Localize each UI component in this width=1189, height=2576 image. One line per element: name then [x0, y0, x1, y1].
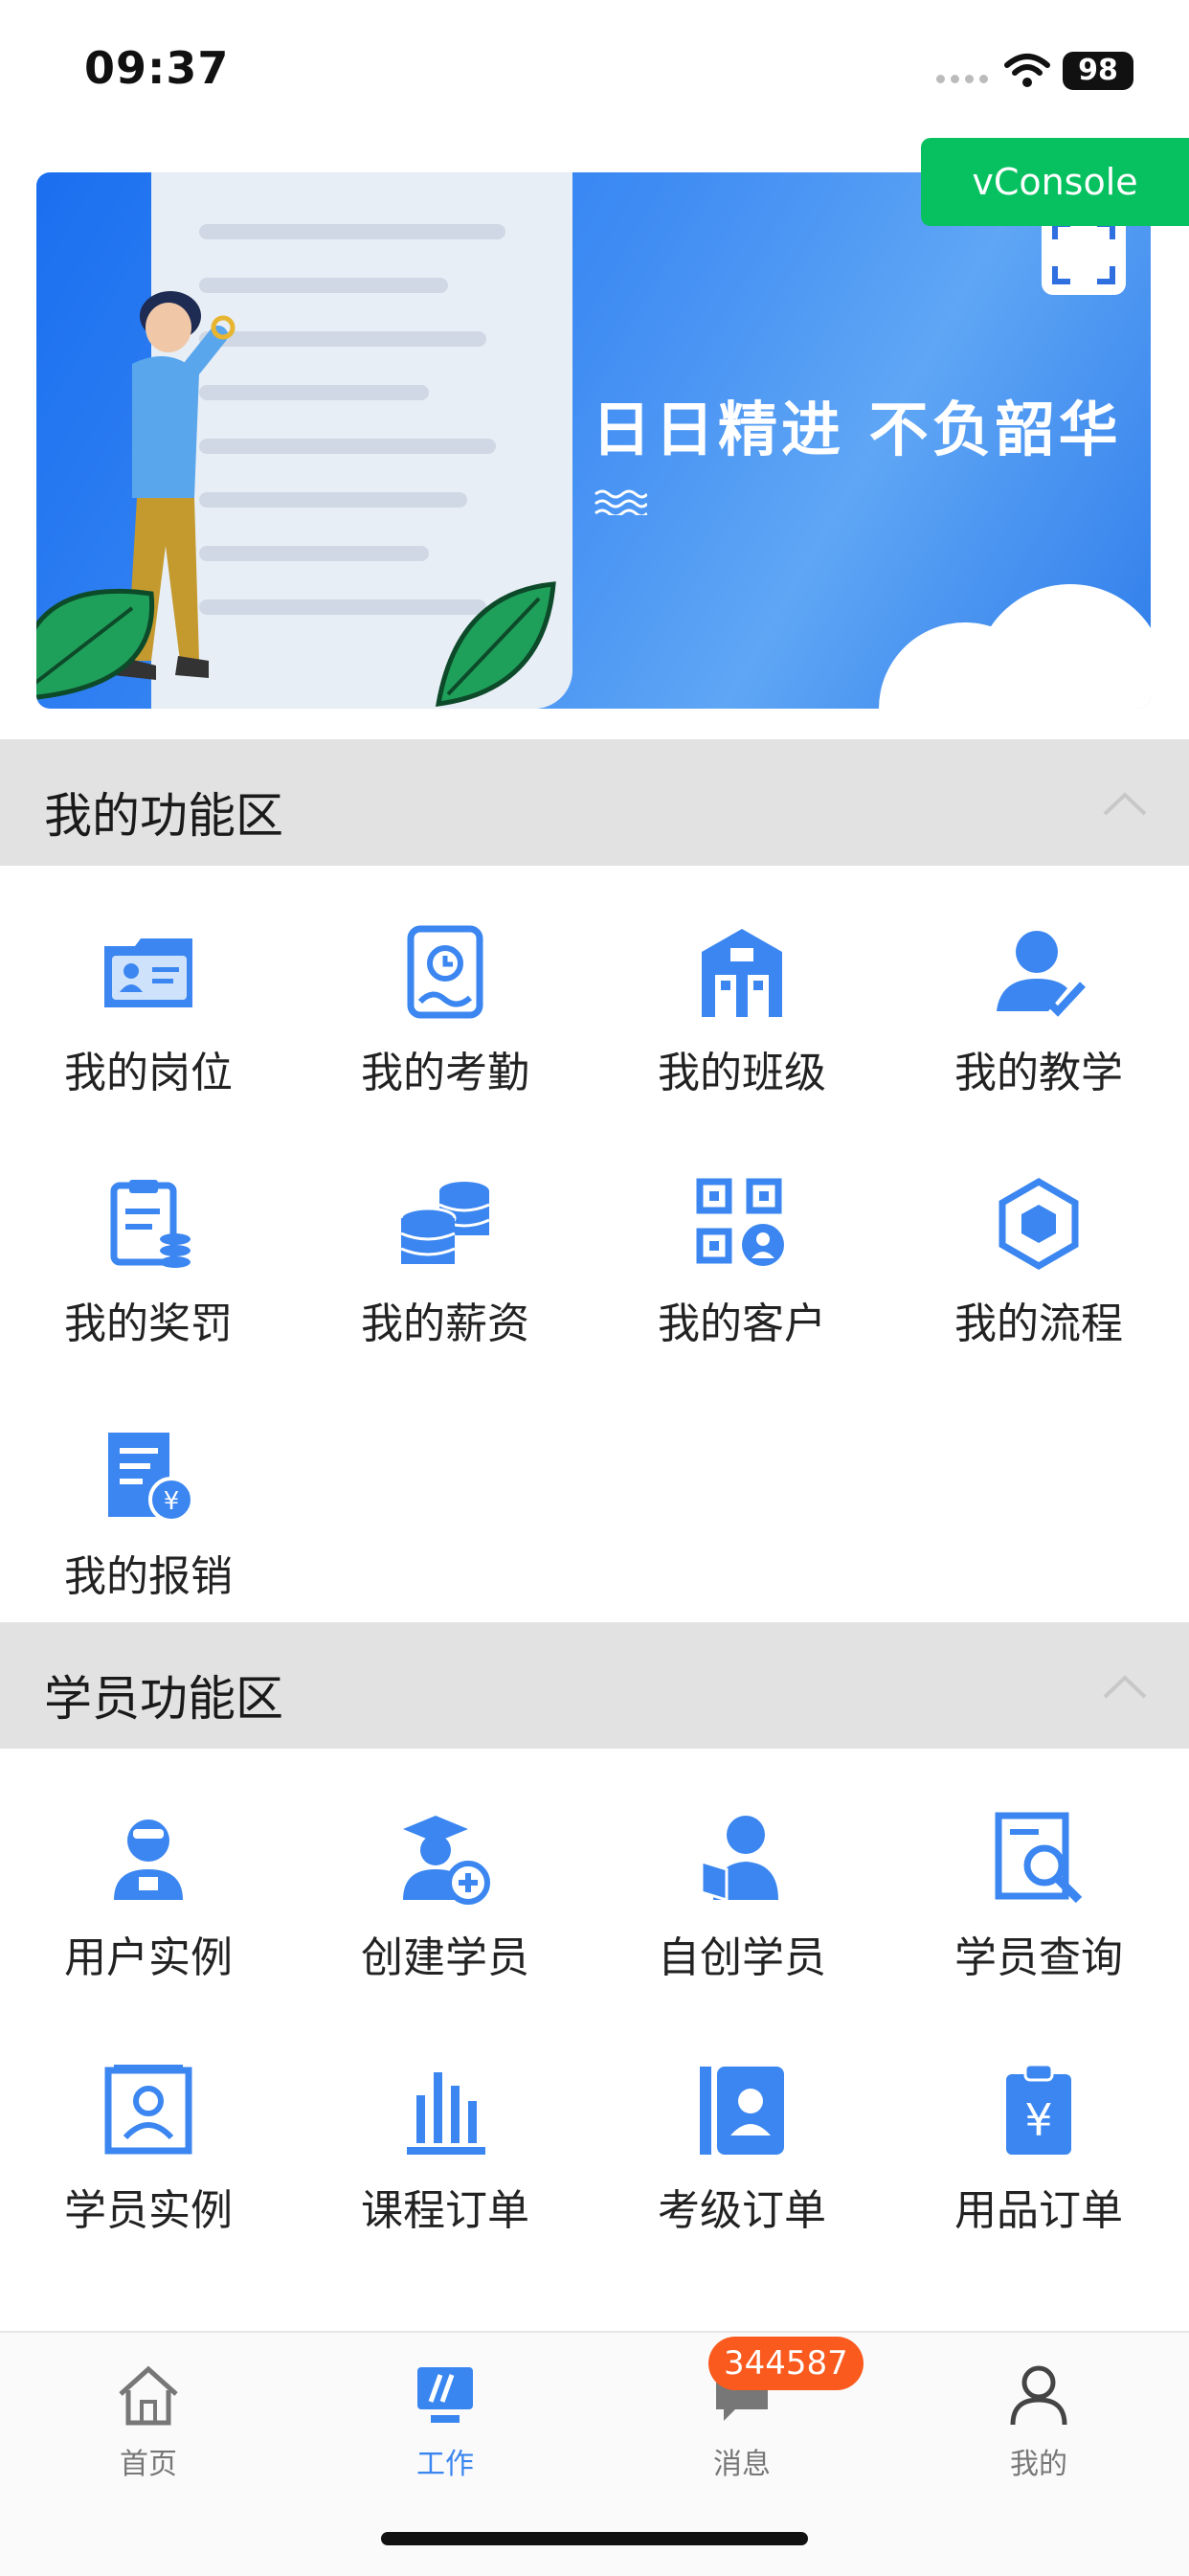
- chevron-up-icon[interactable]: [1101, 1672, 1149, 1701]
- grid-item-label: 我的考勤: [361, 1049, 529, 1097]
- signal-icon: [936, 75, 988, 83]
- grid-item-my-class[interactable]: 我的班级: [594, 925, 890, 1117]
- grid-item-label: 用户实例: [64, 1933, 233, 1982]
- profile-icon: [1010, 2365, 1067, 2426]
- section-title: 我的功能区: [44, 788, 283, 844]
- home-icon: [119, 2365, 178, 2426]
- status-bar: 09:37 98: [0, 0, 1189, 144]
- tab-home[interactable]: 首页: [0, 2352, 297, 2486]
- yuan-tag-icon: ¥: [1006, 2063, 1071, 2155]
- grid-item-my-post[interactable]: 我的岗位: [0, 925, 297, 1117]
- classroom-building-icon: [702, 929, 782, 1017]
- svg-text:¥: ¥: [1024, 2094, 1052, 2146]
- id-card-icon: [104, 938, 192, 1007]
- grid-item-my-rewards[interactable]: 我的奖罚: [0, 1176, 297, 1367]
- home-indicator[interactable]: [381, 2532, 808, 2545]
- grid-item-create-student[interactable]: 创建学员: [297, 1810, 594, 2001]
- tab-label: 工作: [416, 2448, 474, 2481]
- grid-item-my-process[interactable]: 我的流程: [890, 1176, 1187, 1367]
- graduate-add-icon: [403, 1816, 490, 1905]
- grid-item-label: 创建学员: [361, 1933, 529, 1982]
- grid-item-label: 我的奖罚: [64, 1299, 233, 1348]
- section-title: 学员功能区: [44, 1671, 283, 1727]
- grid-item-label: 我的流程: [954, 1299, 1123, 1348]
- wifi-icon: [1004, 54, 1050, 87]
- tab-work[interactable]: 工作: [297, 2352, 594, 2486]
- banner[interactable]: 日日精进 不负韶华: [36, 172, 1151, 709]
- message-count-badge: 344587: [708, 2337, 864, 2390]
- leaf-illustration: [36, 588, 155, 700]
- grid-item-supply-orders[interactable]: ¥ 用品订单: [890, 2063, 1187, 2254]
- grid-item-label: 用品订单: [954, 2186, 1123, 2235]
- grid-item-my-reimbursement[interactable]: ¥ 我的报销: [0, 1429, 297, 1620]
- work-icon: [417, 2367, 473, 2423]
- grid-item-my-attendance[interactable]: 我的考勤: [297, 925, 594, 1117]
- attendance-clock-icon: [407, 925, 483, 1019]
- reimburse-receipt-icon: ¥: [108, 1433, 194, 1523]
- bar-chart-icon: [407, 2072, 485, 2155]
- tab-label: 首页: [120, 2448, 177, 2481]
- grid-item-student-query[interactable]: 学员查询: [890, 1810, 1187, 2001]
- svg-text:¥: ¥: [164, 1487, 180, 1516]
- tab-profile[interactable]: 我的: [890, 2352, 1187, 2486]
- tab-label: 我的: [1010, 2448, 1067, 2481]
- grid-item-my-customers[interactable]: 我的客户: [594, 1176, 890, 1367]
- grid-item-label: 我的薪资: [361, 1299, 529, 1348]
- vconsole-button[interactable]: vConsole: [921, 138, 1189, 226]
- grid-item-grading-orders[interactable]: 考级订单: [594, 2063, 890, 2254]
- grid-item-course-orders[interactable]: 课程订单: [297, 2063, 594, 2254]
- grid-item-label: 我的岗位: [64, 1049, 233, 1097]
- teacher-check-icon: [997, 931, 1086, 1017]
- grid-item-label: 我的客户: [658, 1299, 826, 1348]
- flow-hexagon-icon: [998, 1177, 1079, 1271]
- grid-item-label: 自创学员: [658, 1933, 826, 1982]
- leaf-illustration: [435, 581, 556, 707]
- grid-item-label: 我的教学: [954, 1049, 1123, 1097]
- grid-item-label: 课程订单: [361, 2186, 529, 2235]
- section-header-student-functions[interactable]: 学员功能区: [0, 1622, 1189, 1749]
- grid-item-my-teaching[interactable]: 我的教学: [890, 925, 1187, 1117]
- student-book-icon: [700, 1816, 778, 1903]
- grid-item-user-instance[interactable]: 用户实例: [0, 1810, 297, 2001]
- chevron-up-icon[interactable]: [1101, 789, 1149, 818]
- grid-item-my-salary[interactable]: 我的薪资: [297, 1176, 594, 1367]
- grid-item-label: 学员查询: [954, 1933, 1123, 1982]
- battery-icon: 98: [1063, 52, 1133, 90]
- grid-item-student-instance[interactable]: 学员实例: [0, 2063, 297, 2254]
- section-header-my-functions[interactable]: 我的功能区: [0, 739, 1189, 866]
- grid-item-self-created-student[interactable]: 自创学员: [594, 1810, 890, 2001]
- user-frame-icon: [104, 2065, 192, 2155]
- coin-stack-icon: [399, 1182, 490, 1264]
- grid-item-label: 我的班级: [658, 1049, 826, 1097]
- contact-book-icon: [700, 2067, 784, 2155]
- search-document-icon: [995, 1812, 1083, 1904]
- reward-clipboard-icon: [110, 1180, 191, 1268]
- grid-item-label: 考级订单: [658, 2186, 826, 2235]
- tab-label: 消息: [713, 2448, 771, 2481]
- wave-icon: [594, 489, 647, 515]
- qr-user-icon: [696, 1178, 784, 1266]
- user-headset-icon: [114, 1819, 183, 1900]
- grid-item-label: 我的报销: [64, 1552, 233, 1601]
- grid-item-label: 学员实例: [64, 2186, 233, 2235]
- status-time: 09:37: [84, 42, 230, 94]
- banner-slogan: 日日精进 不负韶华: [592, 395, 1122, 464]
